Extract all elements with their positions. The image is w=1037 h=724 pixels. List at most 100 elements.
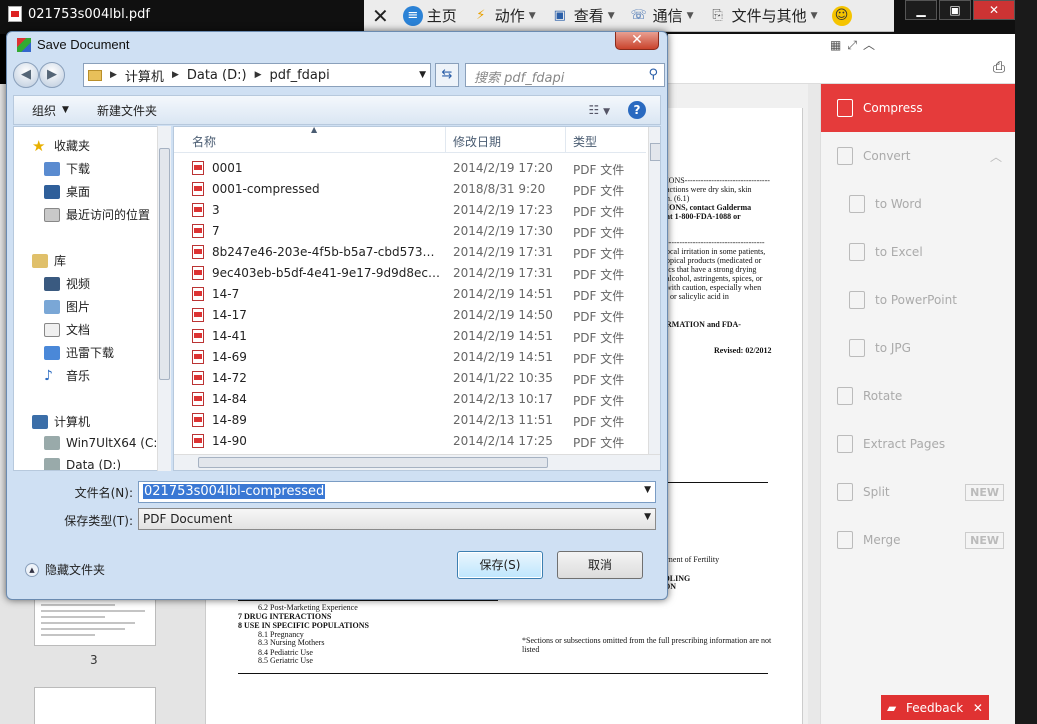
file-list: 名称 ▲ 修改日期 类型 0001 2014/2/19 17:20 PDF 文件 00…	[173, 126, 661, 471]
file-row[interactable]: 0001-compressed 2018/8/31 9:20 PDF 文件	[174, 179, 646, 200]
column-header-row: 名称 ▲ 修改日期 类型	[174, 127, 646, 153]
hide-folders-toggle[interactable]: ▲ 隐藏文件夹	[25, 561, 105, 578]
smiley-icon[interactable]: ☺	[831, 5, 852, 26]
dialog-title-text: Save Document	[37, 37, 130, 52]
column-header-date[interactable]: 修改日期	[453, 133, 501, 150]
file-row[interactable]: 0001 2014/2/19 17:20 PDF 文件	[174, 158, 646, 179]
save-button[interactable]: 保存(S)	[457, 551, 543, 579]
file-row[interactable]: 14-17 2014/2/19 14:50 PDF 文件	[174, 305, 646, 326]
back-button[interactable]: ◀	[13, 62, 39, 88]
file-row[interactable]: 14-41 2014/2/19 14:51 PDF 文件	[174, 326, 646, 347]
horizontal-scroll-thumb[interactable]	[198, 457, 548, 468]
toolbar-item-home[interactable]: ≡ 主页	[402, 5, 457, 26]
breadcrumb-item[interactable]: 计算机	[125, 66, 164, 85]
minimize-button[interactable]: ▁	[905, 0, 937, 20]
file-row[interactable]: 14-69 2014/2/19 14:51 PDF 文件	[174, 347, 646, 368]
nav-item-music[interactable]: ♪ 音乐	[44, 367, 90, 384]
filetype-value: PDF Document	[143, 512, 233, 526]
page-thumbnail[interactable]	[34, 687, 156, 724]
tool-merge[interactable]: Merge NEW	[821, 516, 1016, 564]
filename-input[interactable]: 021753s004lbl-compressed ▼	[138, 481, 656, 503]
file-name: 14-7	[212, 287, 240, 301]
nav-item-libraries[interactable]: 库	[32, 252, 66, 269]
file-name: 7	[212, 224, 220, 238]
nav-item-drive-d[interactable]: Data (D:)	[44, 458, 121, 470]
toolbar-close-button[interactable]: ✕	[372, 4, 389, 28]
nav-item-computer[interactable]: 计算机	[32, 413, 90, 430]
document-scrollbar[interactable]	[808, 84, 820, 724]
file-row[interactable]: 7 2014/2/19 17:30 PDF 文件	[174, 221, 646, 242]
tool-to-excel[interactable]: to Excel	[821, 228, 1016, 276]
breadcrumb[interactable]: ▶ 计算机 ▶ Data (D:) ▶ pdf_fdapi ▼	[83, 63, 431, 87]
tool-label: Rotate	[863, 389, 903, 403]
filetype-select[interactable]: PDF Document ▼	[138, 508, 656, 530]
dialog-close-button[interactable]: ✕	[615, 32, 659, 50]
feedback-button[interactable]: ▰ Feedback ✕	[881, 695, 989, 720]
nav-item-desktop[interactable]: 桌面	[44, 183, 90, 200]
new-badge: NEW	[965, 531, 1004, 549]
organize-button[interactable]: 组织 ▼	[32, 102, 69, 119]
search-input[interactable]: 搜索 pdf_fdapi ⚲	[465, 63, 665, 87]
file-date: 2014/2/14 17:25	[453, 434, 553, 448]
grid-view-icon[interactable]: ▦⤢︿	[830, 36, 881, 53]
file-row[interactable]: 8b247e46-203e-4f5b-b5a7-cbd57341... 2014/…	[174, 242, 646, 263]
doc-line: opical products (medicated or	[666, 256, 762, 265]
file-row[interactable]: 14-7 2014/2/19 14:51 PDF 文件	[174, 284, 646, 305]
close-icon[interactable]: ✕	[973, 701, 983, 715]
column-divider[interactable]	[445, 127, 446, 153]
file-row[interactable]: 9ec403eb-b5df-4e41-9e17-9d9d8eca... 2014/…	[174, 263, 646, 284]
nav-item-thunder[interactable]: 迅雷下载	[44, 344, 114, 361]
file-row[interactable]: 14-84 2014/2/13 10:17 PDF 文件	[174, 389, 646, 410]
file-row[interactable]: 3 2014/2/19 17:23 PDF 文件	[174, 200, 646, 221]
nav-item-downloads[interactable]: 下载	[44, 160, 90, 177]
new-folder-button[interactable]: 新建文件夹	[97, 102, 157, 119]
tool-split[interactable]: Split NEW	[821, 468, 1016, 516]
file-row[interactable]: 14-89 2014/2/13 11:51 PDF 文件	[174, 410, 646, 431]
view-mode-icon[interactable]: ☷ ▼	[589, 103, 611, 117]
toolbar-item-view[interactable]: ▣ 查看 ▼	[550, 5, 615, 26]
chevron-down-icon[interactable]: ▼	[644, 485, 651, 495]
drive-icon	[44, 458, 60, 470]
breadcrumb-item[interactable]: Data (D:)	[187, 68, 247, 83]
tool-extract-pages[interactable]: Extract Pages	[821, 420, 1016, 468]
column-header-name[interactable]: 名称	[192, 133, 216, 150]
app-secondary-bar: ▦⤢︿ ⎙	[668, 34, 1015, 84]
file-row[interactable]: 14-72 2014/1/22 10:35 PDF 文件	[174, 368, 646, 389]
tool-convert[interactable]: Convert ︿	[821, 132, 1016, 180]
nav-item-recent[interactable]: 最近访问的位置	[44, 206, 150, 223]
forward-button[interactable]: ▶	[39, 62, 65, 88]
hide-folders-label: 隐藏文件夹	[45, 563, 106, 577]
chevron-down-icon[interactable]: ▼	[419, 70, 426, 80]
refresh-button[interactable]: ⇆	[435, 63, 459, 87]
tool-to-word[interactable]: to Word	[821, 180, 1016, 228]
tool-compress[interactable]: Compress	[821, 84, 1016, 132]
toolbar-item-files[interactable]: ⎘ 文件与其他 ▼	[708, 5, 817, 26]
nav-item-documents[interactable]: 文档	[44, 321, 90, 338]
file-name: 14-72	[212, 371, 247, 385]
toolbar-item-action[interactable]: ⚡ 动作 ▼	[471, 5, 536, 26]
file-list-vertical-scrollbar[interactable]	[648, 127, 660, 454]
sort-arrow-icon: ▲	[311, 126, 318, 134]
nav-item-drive-c[interactable]: Win7UltX64 (C:)	[44, 436, 162, 450]
close-window-button[interactable]: ✕	[973, 0, 1015, 20]
file-list-horizontal-scrollbar[interactable]	[174, 454, 660, 470]
toolbar-item-comm[interactable]: ☏ 通信 ▼	[629, 5, 694, 26]
tool-rotate[interactable]: Rotate	[821, 372, 1016, 420]
nav-item-videos[interactable]: 视频	[44, 275, 90, 292]
nav-scrollbar[interactable]	[157, 126, 171, 471]
tool-to-jpg[interactable]: to JPG	[821, 324, 1016, 372]
cancel-button[interactable]: 取消	[557, 551, 643, 579]
nav-item-favorites[interactable]: ★ 收藏夹	[32, 137, 90, 154]
help-icon[interactable]: ?	[628, 101, 646, 119]
column-divider[interactable]	[565, 127, 566, 153]
vertical-scroll-thumb[interactable]	[650, 143, 660, 161]
column-header-type[interactable]: 类型	[573, 133, 597, 150]
nav-item-pictures[interactable]: 图片	[44, 298, 90, 315]
file-row[interactable]: 14-90 2014/2/14 17:25 PDF 文件	[174, 431, 646, 452]
share-icon[interactable]: ⎙	[993, 58, 1005, 76]
tool-to-powerpoint[interactable]: to PowerPoint	[821, 276, 1016, 324]
file-date: 2014/2/19 17:30	[453, 224, 553, 238]
breadcrumb-item[interactable]: pdf_fdapi	[270, 68, 330, 83]
maximize-button[interactable]: ▣	[939, 0, 971, 20]
nav-scroll-thumb[interactable]	[159, 148, 170, 380]
